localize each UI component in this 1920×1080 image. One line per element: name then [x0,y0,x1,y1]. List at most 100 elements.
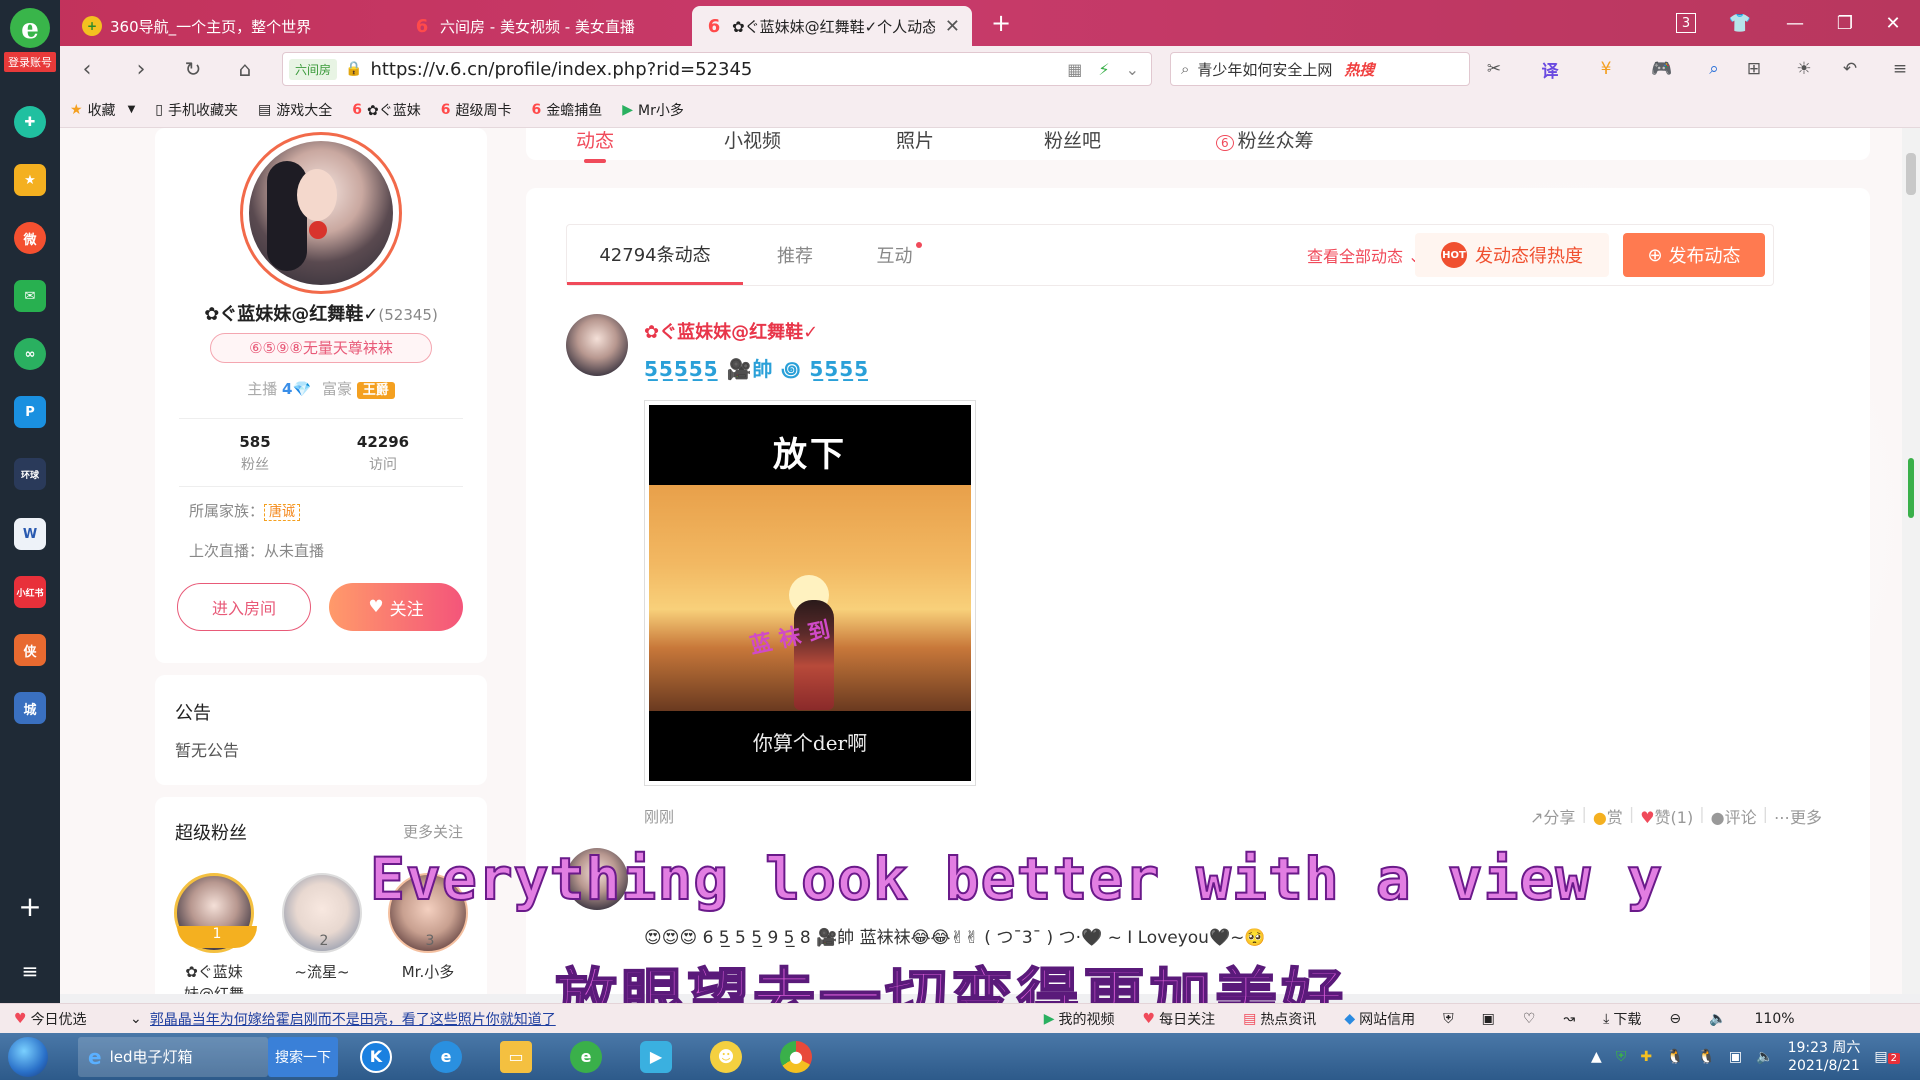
bookmark-games[interactable]: ▤ 游戏大全 [248,100,342,120]
tab-recommended[interactable]: 推荐 [743,225,847,285]
more-button[interactable]: ⋯更多 [1774,804,1822,828]
heart-outline-icon[interactable]: ♡ [1509,1011,1550,1027]
bookmark-mobile[interactable]: ▯ 手机收藏夹 [145,100,248,120]
notification-icon[interactable]: ▤ 2 [1874,1049,1900,1065]
apps-grid-icon[interactable]: ⊞ [1740,56,1768,82]
volume-icon[interactable]: 🔈 [1756,1049,1773,1065]
sidebar-app-hero[interactable]: 侠 [14,634,46,666]
sidebar-app-favorites[interactable]: ★ [14,164,46,196]
clock[interactable]: 19:23 周六 2021/8/21 [1788,1039,1861,1075]
browser-logo[interactable]: e 登录账号 [4,8,56,74]
tab-crowdfunding[interactable]: 6 粉丝众筹 [1216,128,1314,153]
scrollbar-thumb[interactable] [1906,153,1916,195]
search-tool-icon[interactable]: ⌕ [1700,56,1728,82]
scissors-icon[interactable]: ✂ [1480,56,1508,82]
sidebar-app-weibo[interactable]: 微 [14,222,46,254]
today-picks[interactable]: ♥ 今日优选 [0,1009,130,1029]
skin-icon[interactable]: 👕 [1725,8,1755,38]
qq-icon[interactable]: 🐧 [1697,1049,1714,1065]
tab-360[interactable]: + 360导航_一个主页，整个世界 [70,6,400,46]
start-button[interactable] [8,1036,48,1077]
taskbar-chrome[interactable]: ● [764,1037,828,1077]
menu-icon[interactable]: ≡ [1886,56,1914,82]
profile-avatar[interactable] [240,132,402,294]
bookmark-fishing[interactable]: 6 金蟾捕鱼 [521,100,612,120]
forward-button[interactable]: › [126,54,156,84]
extension-icon[interactable]: ⊖ [1655,1011,1695,1027]
sidebar-app-red[interactable]: 小红书 [14,576,46,608]
url-text[interactable]: https://v.6.cn/profile/index.php?rid=523… [370,59,752,80]
sidebar-app-link[interactable]: ∞ [14,338,46,370]
bookmark-mrxiaoduo[interactable]: ▶ Mr小多 [612,100,694,120]
tab-photos[interactable]: 照片 [896,128,934,153]
sidebar-add-icon[interactable]: + [14,890,46,923]
360-icon[interactable]: ✚ [1640,1049,1652,1065]
family-tag[interactable]: 唐诚 [264,504,301,521]
publish-post-button[interactable]: ⊕ 发布动态 [1623,233,1765,277]
sidebar-app-doc[interactable]: W [14,518,46,550]
share-button[interactable]: ↗分享 [1530,804,1575,828]
post-author-name[interactable]: ✿ぐ蓝妹妹@红舞鞋✓ [644,318,818,344]
taskbar-kugou[interactable]: K [344,1037,408,1077]
sidebar-app-game[interactable]: 环球 [14,458,46,490]
qr-code-icon[interactable]: ▦ [1067,60,1082,79]
taskbar-360-browser[interactable]: e [554,1037,618,1077]
close-window-button[interactable]: ✕ [1878,8,1908,38]
tab-profile[interactable]: 6 ✿ぐ蓝妹妹@红舞鞋✓个人动态 ✕ [692,6,972,46]
reward-button[interactable]: ●赏 [1593,804,1623,828]
sidebar-app-world[interactable]: 城 [14,692,46,724]
search-input[interactable]: 青少年如何安全上网 [1197,59,1332,80]
restore-button[interactable]: ❐ [1830,8,1860,38]
sidebar-app-plus[interactable]: ✚ [14,106,46,138]
taskbar-avatar-app[interactable]: ☻ [694,1037,758,1077]
address-bar[interactable]: 六间房 🔒 https://v.6.cn/profile/index.php?r… [282,52,1152,86]
taskbar-ie[interactable]: e [414,1037,478,1077]
brightness-icon[interactable]: ☀ [1790,56,1818,82]
page-scrollbar[interactable] [1902,128,1920,994]
taskbar-ie-window[interactable]: e led电子灯箱 [78,1036,268,1077]
tab-short-videos[interactable]: 小视频 [724,128,781,153]
status-site-credit[interactable]: ◆ 网站信用 [1330,1009,1429,1029]
comment-button[interactable]: ●评论 [1711,804,1757,828]
tab-feed[interactable]: 动态 [576,128,614,163]
sidebar-menu-icon[interactable]: ≡ [14,955,46,987]
shield-icon[interactable]: ⛨ [1616,1049,1627,1065]
view-all-dropdown[interactable]: 查看全部动态 ⌄ [1307,243,1422,267]
tab-interaction[interactable]: 互动 [847,225,951,285]
sidebar-app-p[interactable]: P [14,396,46,428]
status-daily-focus[interactable]: ♥ 每日关注 [1129,1009,1230,1029]
sound-icon[interactable]: 🔈 [1695,1011,1740,1027]
super-fan-item[interactable]: 2 ~流星~ [277,873,367,983]
new-tab-button[interactable]: + [986,8,1016,38]
tab-fan-bar[interactable]: 粉丝吧 [1044,128,1101,153]
shield-icon[interactable]: ⛨ [1429,1011,1468,1027]
post-author-avatar[interactable] [566,314,628,376]
tab-count-badge[interactable]: 3 [1676,13,1696,33]
hot-post-button[interactable]: HOT 发动态得热度 [1415,233,1609,277]
tab-six-rooms[interactable]: 6 六间房 - 美女视频 - 美女直播 [400,6,690,46]
lightning-icon[interactable]: ⚡ [1098,60,1109,79]
bookmark-weekly[interactable]: 6 超级周卡 [431,100,522,120]
sidebar-app-mail[interactable]: ✉ [14,280,46,312]
chevron-down-icon[interactable]: ⌄ [1126,60,1139,79]
undo-icon[interactable]: ↶ [1836,56,1864,82]
follow-button[interactable]: ♥ 关注 [329,583,463,631]
network-icon[interactable]: ▣ [1729,1049,1742,1065]
translate-icon[interactable]: 译 [1536,56,1564,82]
taskbar-search-button[interactable]: 搜索一下 [268,1036,338,1077]
home-button[interactable]: ⌂ [230,54,260,84]
bookmark-profile[interactable]: 6 ✿ぐ蓝妹 [342,100,430,120]
close-tab-icon[interactable]: ✕ [935,16,960,37]
qq-icon[interactable]: 🐧 [1666,1049,1683,1065]
news-ticker[interactable]: 郭晶晶当年为何嫁给霍启刚而不是田亮，看了这些照片你就知道了 [150,1009,1030,1029]
fans-stat[interactable]: 585 粉丝 [195,433,315,474]
post-image[interactable]: 放下 蓝 袜 到 你算个der啊 [644,400,976,786]
status-hot-news[interactable]: ▤ 热点资讯 [1229,1009,1330,1029]
minimize-button[interactable]: — [1780,8,1810,38]
download-button[interactable]: ⤓ 下载 [1589,1009,1655,1029]
enter-room-button[interactable]: 进入房间 [177,583,311,631]
bookmark-favorites[interactable]: ★ 收藏 ▼ [60,100,145,120]
gamepad-icon[interactable]: 🎮 [1648,56,1676,82]
image-icon[interactable]: ▣ [1468,1011,1509,1027]
more-follows-link[interactable]: 更多关注 [403,821,463,842]
